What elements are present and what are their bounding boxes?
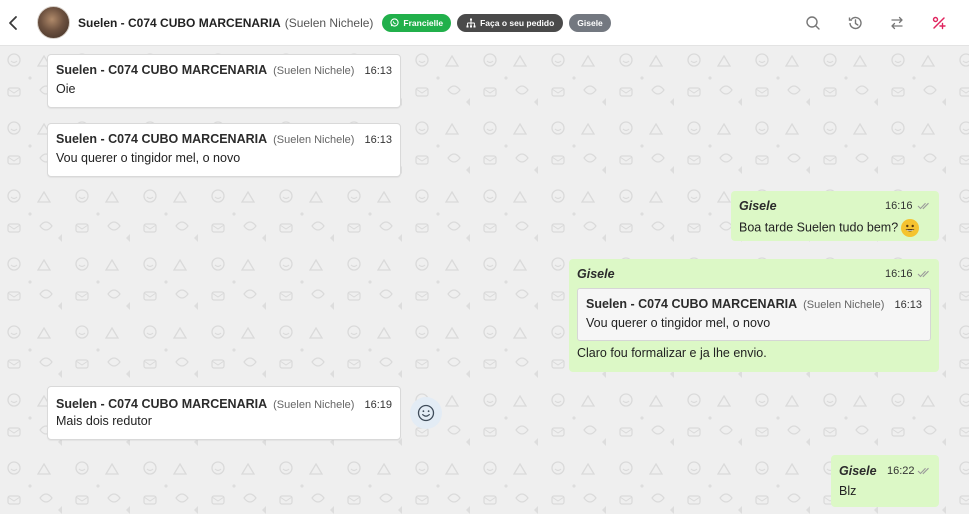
double-check-icon <box>917 270 929 278</box>
avatar[interactable] <box>37 6 70 39</box>
message-text: Blz <box>839 484 857 498</box>
message-outgoing[interactable]: Gisele 16:22 Blz <box>831 455 939 507</box>
tag-queue[interactable]: Faça o seu pedido <box>457 13 564 32</box>
quoted-sender: Suelen - C074 CUBO MARCENARIA <box>586 297 798 311</box>
message-outgoing[interactable]: Gisele 16:16 Boa tarde Suelen tudo bem? <box>731 191 939 241</box>
message-text: Mais dois redutor <box>56 414 152 428</box>
message-list[interactable]: Suelen - C074 CUBO MARCENARIA (Suelen Ni… <box>0 46 969 514</box>
quoted-sender-sub: (Suelen Nichele) <box>803 299 885 311</box>
message-sender: Suelen - C074 CUBO MARCENARIA <box>56 397 268 411</box>
message-sender: Gisele <box>739 199 777 213</box>
search-icon <box>806 16 820 30</box>
message-sender: Suelen - C074 CUBO MARCENARIA <box>56 63 268 77</box>
message-text: Oie <box>56 82 76 96</box>
chat-header: Suelen - C074 CUBO MARCENARIA (Suelen Ni… <box>0 0 969 46</box>
message-sender-sub: (Suelen Nichele) <box>273 65 355 77</box>
header-actions <box>803 0 949 46</box>
message-sender: Gisele <box>577 267 615 281</box>
message-incoming[interactable]: Suelen - C074 CUBO MARCENARIA (Suelen Ni… <box>47 123 401 177</box>
tag-whatsapp-connection[interactable]: Francielle <box>382 13 452 32</box>
message-time: 16:19 <box>364 399 392 411</box>
message-time: 16:16 <box>885 200 913 212</box>
quoted-text: Vou querer o tingidor mel, o novo <box>586 316 771 330</box>
tag-label: Gisele <box>577 17 603 28</box>
grinning-face-emoji <box>901 219 920 237</box>
tag-label: Francielle <box>403 17 444 28</box>
message-outgoing[interactable]: Gisele 16:16 Suelen - C074 CUBO MARCENAR… <box>569 259 939 372</box>
message-incoming[interactable]: Suelen - C074 CUBO MARCENARIA (Suelen Ni… <box>47 386 401 440</box>
message-text: Claro fou formalizar e ja lhe envio. <box>577 346 767 360</box>
message-sender-sub: (Suelen Nichele) <box>273 134 355 146</box>
message-time: 16:22 <box>887 465 915 477</box>
close-ticket-icon <box>932 16 946 30</box>
contact-name: Suelen - C074 CUBO MARCENARIA <box>78 15 281 30</box>
message-time: 16:13 <box>364 134 392 146</box>
message-incoming[interactable]: Suelen - C074 CUBO MARCENARIA (Suelen Ni… <box>47 54 401 108</box>
history-button[interactable] <box>845 13 865 33</box>
quoted-message[interactable]: Suelen - C074 CUBO MARCENARIA (Suelen Ni… <box>577 288 931 341</box>
react-button[interactable] <box>410 397 442 429</box>
search-button[interactable] <box>803 13 823 33</box>
close-ticket-button[interactable] <box>929 13 949 33</box>
transfer-icon <box>891 16 903 30</box>
message-time: 16:13 <box>364 65 392 77</box>
tag-label: Faça o seu pedido <box>480 17 555 28</box>
message-text: Vou querer o tingidor mel, o novo <box>56 151 241 165</box>
message-sender: Suelen - C074 CUBO MARCENARIA <box>56 132 268 146</box>
tag-agent[interactable]: Gisele <box>569 13 611 32</box>
quoted-time: 16:13 <box>894 299 922 311</box>
contact-subname: (Suelen Nichele) <box>284 15 374 30</box>
transfer-button[interactable] <box>887 13 907 33</box>
message-text: Boa tarde Suelen tudo bem? <box>739 220 899 235</box>
message-sender-sub: (Suelen Nichele) <box>273 399 355 411</box>
back-button[interactable] <box>0 0 26 46</box>
message-time: 16:16 <box>885 268 913 280</box>
double-check-icon <box>917 467 929 475</box>
history-icon <box>848 16 862 30</box>
message-sender: Gisele <box>839 464 877 478</box>
double-check-icon <box>917 202 929 210</box>
smiley-icon <box>417 404 435 422</box>
whatsapp-icon <box>390 18 400 27</box>
org-chart-icon <box>466 18 476 27</box>
chevron-left-icon <box>9 15 17 30</box>
